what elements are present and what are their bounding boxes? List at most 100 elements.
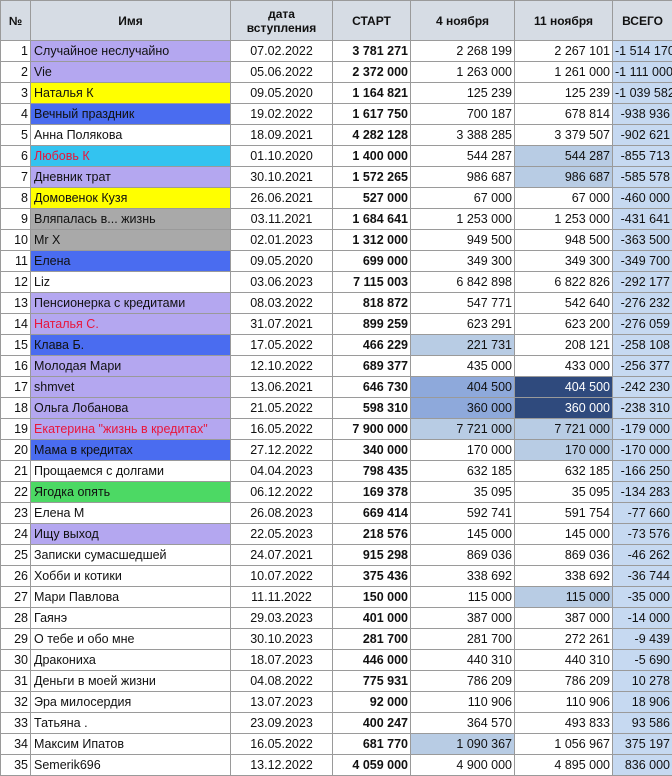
nov11-amount: 591 754	[515, 503, 613, 524]
col-header-join-date-line1: дата	[268, 7, 295, 21]
total-change: -73 576	[613, 524, 672, 545]
table-row: 16Молодая Мари12.10.2022689 377435 00043…	[1, 356, 672, 377]
table-row: 26Хобби и котики10.07.2022375 436338 692…	[1, 566, 672, 587]
nov11-amount: 3 379 507	[515, 125, 613, 146]
total-change: -238 310	[613, 398, 672, 419]
total-change: -46 262	[613, 545, 672, 566]
join-date: 13.06.2021	[231, 377, 333, 398]
row-number: 17	[1, 377, 31, 398]
nov4-amount: 6 842 898	[411, 272, 515, 293]
participant-name: Максим Ипатов	[31, 734, 231, 755]
row-number: 35	[1, 755, 31, 776]
table-row: 15Клава Б.17.05.2022466 229221 731208 12…	[1, 335, 672, 356]
total-change: -179 000	[613, 419, 672, 440]
total-change: -134 283	[613, 482, 672, 503]
table-row: 11Елена09.05.2020699 000349 300349 300-3…	[1, 251, 672, 272]
participant-name: Анна Полякова	[31, 125, 231, 146]
table-row: 19Екатерина "жизнь в кредитах"16.05.2022…	[1, 419, 672, 440]
col-header-total: ВСЕГО	[613, 1, 672, 41]
table-row: 3Наталья К09.05.20201 164 821125 239125 …	[1, 83, 672, 104]
nov4-amount: 338 692	[411, 566, 515, 587]
nov4-amount: 349 300	[411, 251, 515, 272]
participant-name: Ягодка опять	[31, 482, 231, 503]
row-number: 33	[1, 713, 31, 734]
total-change: -363 500	[613, 230, 672, 251]
nov4-amount: 949 500	[411, 230, 515, 251]
start-amount: 598 310	[333, 398, 411, 419]
join-date: 26.08.2023	[231, 503, 333, 524]
col-header-join-date-line2: вступления	[247, 21, 317, 35]
start-amount: 1 400 000	[333, 146, 411, 167]
row-number: 5	[1, 125, 31, 146]
table-row: 32Эра милосердия13.07.202392 000110 9061…	[1, 692, 672, 713]
join-date: 24.07.2021	[231, 545, 333, 566]
table-row: 35Semerik69613.12.20224 059 0004 900 000…	[1, 755, 672, 776]
participant-name: Татьяна .	[31, 713, 231, 734]
nov11-amount: 170 000	[515, 440, 613, 461]
nov11-amount: 110 906	[515, 692, 613, 713]
total-change: 375 197	[613, 734, 672, 755]
nov4-amount: 281 700	[411, 629, 515, 650]
participant-name: Mr X	[31, 230, 231, 251]
table-row: 12Liz03.06.20237 115 0036 842 8986 822 8…	[1, 272, 672, 293]
participant-name: Эра милосердия	[31, 692, 231, 713]
participant-name: Клава Б.	[31, 335, 231, 356]
join-date: 04.08.2022	[231, 671, 333, 692]
row-number: 25	[1, 545, 31, 566]
total-change: -460 000	[613, 188, 672, 209]
nov4-amount: 7 721 000	[411, 419, 515, 440]
join-date: 16.05.2022	[231, 419, 333, 440]
nov11-amount: 349 300	[515, 251, 613, 272]
join-date: 21.05.2022	[231, 398, 333, 419]
nov11-amount: 869 036	[515, 545, 613, 566]
row-number: 18	[1, 398, 31, 419]
join-date: 05.06.2022	[231, 62, 333, 83]
nov11-amount: 440 310	[515, 650, 613, 671]
join-date: 27.12.2022	[231, 440, 333, 461]
participant-name: Vie	[31, 62, 231, 83]
participant-name: Ольга Лобанова	[31, 398, 231, 419]
row-number: 11	[1, 251, 31, 272]
nov4-amount: 115 000	[411, 587, 515, 608]
row-number: 16	[1, 356, 31, 377]
nov4-amount: 547 771	[411, 293, 515, 314]
debt-tracking-table: № Имя дата вступления СТАРТ 4 ноября 11 …	[0, 0, 672, 776]
participant-name: Вечный праздник	[31, 104, 231, 125]
participant-name: Деньги в моей жизни	[31, 671, 231, 692]
join-date: 10.07.2022	[231, 566, 333, 587]
nov4-amount: 360 000	[411, 398, 515, 419]
table-row: 24Ищу выход22.05.2023218 576145 000145 0…	[1, 524, 672, 545]
nov4-amount: 145 000	[411, 524, 515, 545]
row-number: 19	[1, 419, 31, 440]
nov4-amount: 986 687	[411, 167, 515, 188]
total-change: -1 514 170	[613, 41, 672, 62]
total-change: -1 111 000	[613, 62, 672, 83]
participant-name: Случайное неслучайно	[31, 41, 231, 62]
nov4-amount: 221 731	[411, 335, 515, 356]
nov4-amount: 632 185	[411, 461, 515, 482]
start-amount: 401 000	[333, 608, 411, 629]
table-row: 2Vie05.06.20222 372 0001 263 0001 261 00…	[1, 62, 672, 83]
nov11-amount: 115 000	[515, 587, 613, 608]
row-number: 2	[1, 62, 31, 83]
table-row: 9Вляпалась в... жизнь03.11.20211 684 641…	[1, 209, 672, 230]
start-amount: 4 059 000	[333, 755, 411, 776]
nov4-amount: 544 287	[411, 146, 515, 167]
total-change: -585 578	[613, 167, 672, 188]
table-row: 28Гаянэ29.03.2023401 000387 000387 000-1…	[1, 608, 672, 629]
row-number: 9	[1, 209, 31, 230]
start-amount: 4 282 128	[333, 125, 411, 146]
join-date: 29.03.2023	[231, 608, 333, 629]
nov4-amount: 440 310	[411, 650, 515, 671]
table-row: 1Случайное неслучайно07.02.20223 781 271…	[1, 41, 672, 62]
nov4-amount: 110 906	[411, 692, 515, 713]
nov11-amount: 404 500	[515, 377, 613, 398]
table-row: 20Мама в кредитах27.12.2022340 000170 00…	[1, 440, 672, 461]
join-date: 30.10.2021	[231, 167, 333, 188]
table-row: 34Максим Ипатов16.05.2022681 7701 090 36…	[1, 734, 672, 755]
participant-name: Хобби и котики	[31, 566, 231, 587]
start-amount: 1 617 750	[333, 104, 411, 125]
table-row: 25Записки сумасшедшей24.07.2021915 29886…	[1, 545, 672, 566]
join-date: 18.07.2023	[231, 650, 333, 671]
nov4-amount: 67 000	[411, 188, 515, 209]
